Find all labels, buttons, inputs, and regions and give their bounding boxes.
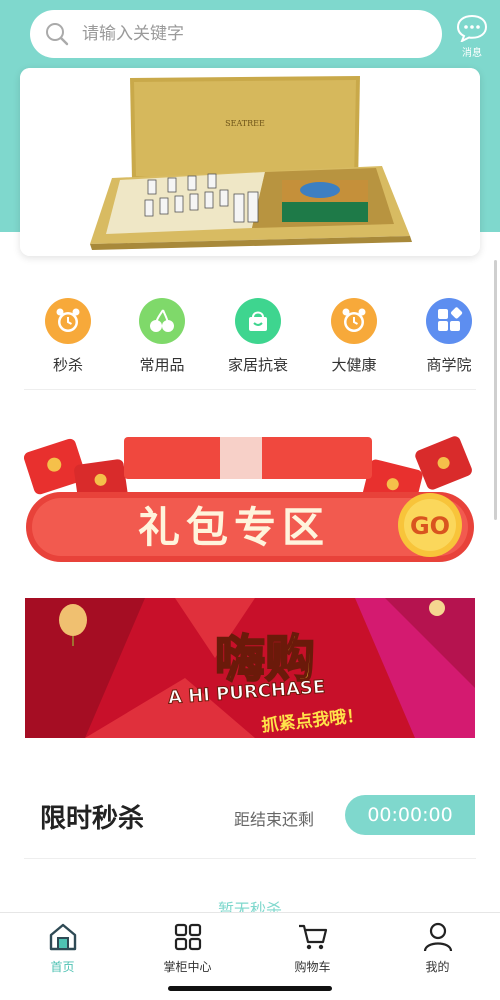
tab-label: 购物车 xyxy=(294,960,331,974)
search-bar[interactable] xyxy=(30,10,442,58)
category-item-daily-goods[interactable]: 常用品 xyxy=(114,298,210,375)
search-icon xyxy=(46,23,69,46)
countdown-label: 距结束还剩 xyxy=(234,810,315,829)
category-label: 常用品 xyxy=(139,356,185,374)
divider xyxy=(24,858,476,859)
grid-icon xyxy=(174,923,201,951)
tab-label: 我的 xyxy=(425,960,450,974)
tab-shopkeeper-center[interactable]: 掌柜中心 xyxy=(125,921,250,975)
alarm-clock-icon xyxy=(331,298,377,344)
countdown-timer: 00:00:00 xyxy=(345,795,475,835)
promo-banner-image: 嗨购 A HI PURCHASE 抓紧点我哦！ xyxy=(25,598,475,738)
chat-bubble-icon xyxy=(456,14,488,42)
category-label: 秒杀 xyxy=(52,356,83,374)
go-button-label[interactable]: GO xyxy=(410,512,450,540)
tab-cart[interactable]: 购物车 xyxy=(250,921,375,975)
category-nav: 秒杀 常用品 家居抗衰 大健康 商学院 xyxy=(0,298,500,376)
product-gift-box-image: SEATREE xyxy=(20,68,480,256)
flash-sale-title: 限时秒杀 xyxy=(40,804,145,834)
category-item-home-antiaging[interactable]: 家居抗衰 xyxy=(210,298,306,375)
category-label: 家居抗衰 xyxy=(227,356,288,374)
cherry-icon xyxy=(139,298,185,344)
message-button[interactable]: 消息 xyxy=(452,14,492,59)
tab-label: 掌柜中心 xyxy=(163,960,212,974)
category-item-health[interactable]: 大健康 xyxy=(306,298,402,375)
category-label: 大健康 xyxy=(331,356,377,374)
category-item-flash-sale[interactable]: 秒杀 xyxy=(20,298,116,375)
home-indicator xyxy=(168,986,332,991)
tab-label: 首页 xyxy=(50,960,75,974)
carousel-banner[interactable]: SEATREE xyxy=(20,68,480,256)
user-icon xyxy=(423,922,452,952)
search-input[interactable] xyxy=(82,24,402,44)
gift-package-banner[interactable]: 礼包专区 GO xyxy=(23,432,478,572)
hi-purchase-banner[interactable]: 嗨购 A HI PURCHASE 抓紧点我哦！ xyxy=(25,598,475,738)
shopping-bag-icon xyxy=(235,298,281,344)
blocks-icon xyxy=(426,298,472,344)
gift-box-illustration: 礼包专区 GO xyxy=(23,436,474,562)
cart-icon xyxy=(298,924,327,950)
box-brand: SEATREE xyxy=(225,119,265,128)
category-item-business-school[interactable]: 商学院 xyxy=(401,298,497,375)
tab-home[interactable]: 首页 xyxy=(0,921,125,975)
home-icon xyxy=(49,923,76,951)
alarm-clock-icon xyxy=(45,298,91,344)
gift-banner-title: 礼包专区 xyxy=(138,503,330,552)
category-label: 商学院 xyxy=(426,356,472,374)
message-label: 消息 xyxy=(462,48,482,59)
tab-profile[interactable]: 我的 xyxy=(375,921,500,975)
divider xyxy=(24,389,476,390)
scrollbar[interactable] xyxy=(494,260,497,520)
